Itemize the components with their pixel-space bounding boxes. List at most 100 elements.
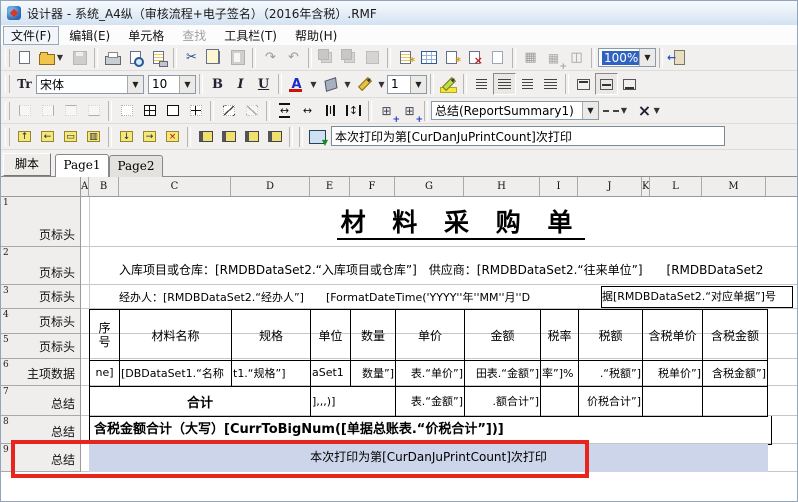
total-amount-cell[interactable]: 表.“金额”] [396,386,465,416]
display-format-button[interactable] [306,126,329,148]
menu-help[interactable]: 帮助(H) [287,26,345,45]
column-letter-A[interactable]: A [81,177,89,196]
menu-toolbars[interactable]: 工具栏(T) [216,26,285,45]
doc-number-cell[interactable]: 据[RMDBDataSet2.“对应单据”]号 [601,286,793,308]
font-color-caret[interactable]: ▼ [308,74,319,94]
blank-page-button[interactable] [486,47,509,69]
column-letter-J[interactable]: J [578,177,642,196]
column-letter-H[interactable]: H [464,177,540,196]
col-header-taxrate[interactable]: 税率 [541,310,579,360]
column-width-button[interactable]: I [319,100,342,122]
font-size-select[interactable]: 10▼ [148,75,196,94]
row-header-5[interactable]: 5页标头 [1,334,80,359]
print-preview-button[interactable] [124,47,147,69]
valign-top-button[interactable] [572,73,595,95]
fill-color-button[interactable] [319,73,342,95]
underline-button[interactable]: U [252,73,275,95]
total-incl-tax-cell[interactable]: 价税合计”] [579,386,643,416]
insert-cell-down-button[interactable]: ⊞ [398,100,421,122]
split-cells-button[interactable]: ▥ [82,126,105,148]
fit-col-width-button[interactable]: ↔ [296,100,319,122]
open-dropdown-caret[interactable]: ▼ [55,48,66,68]
col-header-qty[interactable]: 数量 [351,310,396,360]
open-file-button[interactable]: ▼ [36,47,68,69]
column-letter-L[interactable]: L [650,177,702,196]
delete-band-button[interactable]: ×▼ [633,100,667,122]
header-line2-cell[interactable]: 经办人：[RMDBDataSet2.“经办人”] [FormatDateTime… [119,289,601,305]
footer-band-button[interactable] [240,126,263,148]
detail-cell-seq[interactable]: ne] [90,359,120,386]
insert-row-above-button[interactable]: ↑ [13,126,36,148]
italic-button[interactable]: I [229,73,252,95]
border-outer-button[interactable] [161,100,184,122]
exit-button[interactable]: ← [666,47,692,69]
col-header-unit[interactable]: 单位 [311,310,351,360]
header-line1-cell[interactable]: 入库项目或仓库：[RMDBDataSet2.“入库项目或仓库”] 供应商：[RM… [119,261,797,278]
grid-corner[interactable] [1,177,81,196]
detail-cell-amount[interactable]: 田表.“金额”] [465,359,541,386]
line-style-select[interactable]: ▼ [599,100,633,122]
tab-page1[interactable]: Page1 [55,154,109,177]
align-left-button[interactable] [470,73,493,95]
column-letter-C[interactable]: C [119,177,231,196]
highlight-button[interactable] [437,73,460,95]
row-header-3[interactable]: 3页标头 [1,285,80,309]
new-file-button[interactable] [13,47,36,69]
delete-cells-button[interactable]: × [161,126,184,148]
detail-cell-amount-incl-tax[interactable]: 含税金额”] [703,359,767,386]
detail-cell-price-incl-tax[interactable]: 税单价”] [643,359,703,386]
menu-file[interactable]: 文件(F) [3,26,59,45]
page-header-band-button[interactable] [194,126,217,148]
row-header-4[interactable]: 4页标头 [1,309,80,334]
empty-cell[interactable] [643,386,703,416]
font-name-select[interactable]: 宋体▼ [36,75,144,94]
fill-color-caret[interactable]: ▼ [342,74,353,94]
row-header-6[interactable]: 6主项数据 [1,359,80,386]
bold-button[interactable]: B [206,73,229,95]
total-tax-cell[interactable]: .额合计”] [465,386,541,416]
tab-page2[interactable]: Page2 [109,155,163,177]
formula-input[interactable] [331,126,725,146]
add-page-button[interactable]: * [440,47,463,69]
col-header-amount-incl-tax[interactable]: 含税金额 [703,310,767,360]
print-button[interactable] [101,47,124,69]
menu-cell[interactable]: 单元格 [120,26,172,45]
print-setup-button[interactable] [147,47,170,69]
font-dialog-button[interactable]: Tr [13,73,36,95]
column-letter-G[interactable]: G [395,177,464,196]
detail-cell-qty[interactable]: 数量”] [351,359,396,386]
data-band-button[interactable] [217,126,240,148]
border-all-button[interactable] [138,100,161,122]
tab-script[interactable]: 脚本 [3,153,51,176]
row-height-button[interactable]: ↕ [342,100,365,122]
total-qty-cell[interactable]: ],,,)] [311,386,396,416]
insert-cell-up-button[interactable]: ⊞ [375,100,398,122]
line-color-caret[interactable]: ▼ [376,74,387,94]
col-header-material[interactable]: 材料名称 [120,310,232,360]
insert-table-button[interactable] [417,47,440,69]
cut-button[interactable]: ✂ [180,47,203,69]
align-center-button[interactable] [493,73,516,95]
detail-cell-price[interactable]: 表.“单价”] [396,359,465,386]
row-header-2[interactable]: 2页标头 [1,247,80,285]
column-letter-B[interactable]: B [89,177,119,196]
column-letter-M[interactable]: M [702,177,766,196]
col-header-tax[interactable]: 税额 [579,310,643,360]
column-letter-D[interactable]: D [231,177,310,196]
border-none-button[interactable] [115,100,138,122]
delete-page-button[interactable]: × [463,47,486,69]
new-report-button[interactable]: * [394,47,417,69]
col-header-price[interactable]: 单价 [396,310,465,360]
col-header-spec[interactable]: 规格 [232,310,311,360]
valign-bottom-button[interactable] [618,73,641,95]
row-header-1[interactable]: 1页标头 [1,197,80,247]
empty-cell[interactable] [541,386,579,416]
detail-cell-material[interactable]: [DBDataSet1.“名称 [120,359,232,386]
band-select[interactable]: 总结(ReportSummary1)▼ [431,101,599,120]
summary-band-button[interactable] [263,126,286,148]
insert-row-below-button[interactable]: ↓ [115,126,138,148]
line-width-select[interactable]: 1▼ [387,75,427,94]
col-header-seq[interactable]: 序号 [90,310,120,360]
valign-middle-button[interactable] [595,73,618,95]
border-inner-button[interactable] [184,100,207,122]
